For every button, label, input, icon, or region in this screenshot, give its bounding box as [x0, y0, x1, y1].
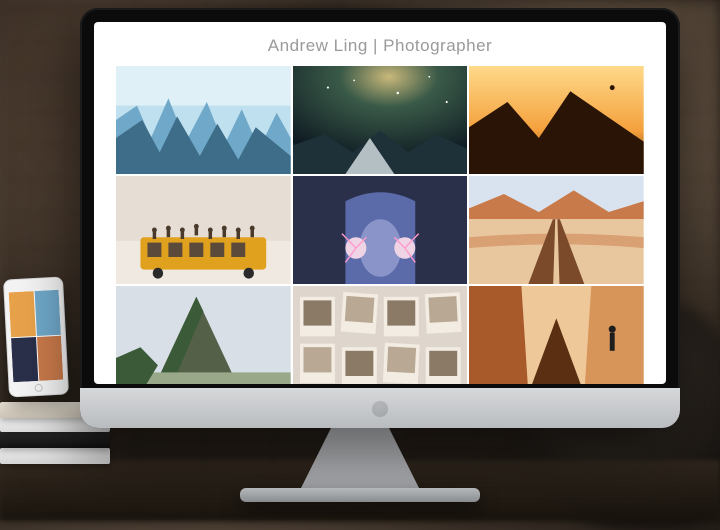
gallery-tile-glacier[interactable] — [116, 66, 291, 174]
phone-screen — [9, 290, 64, 382]
phone-home-button[interactable] — [34, 384, 42, 392]
phone-tile[interactable] — [11, 337, 38, 383]
gallery-tile-desert-road[interactable] — [469, 176, 644, 284]
imac-chin — [80, 388, 680, 428]
phone-tile[interactable] — [9, 291, 36, 337]
gallery-tile-kirkjufell[interactable] — [116, 286, 291, 384]
apple-logo-icon — [372, 401, 388, 417]
portfolio-page: Andrew Ling | Photographer — [94, 22, 666, 384]
imac-foot — [240, 488, 480, 502]
page-title: Andrew Ling | Photographer — [94, 22, 666, 66]
gallery-tile-milky-way[interactable] — [293, 66, 468, 174]
phone-tile[interactable] — [34, 290, 61, 336]
imac-frame: Andrew Ling | Photographer — [80, 8, 680, 428]
gallery-tile-sparklers[interactable] — [293, 176, 468, 284]
phone-mockup — [3, 277, 69, 398]
book — [0, 432, 110, 448]
phone-tile[interactable] — [36, 335, 63, 381]
gallery-tile-polaroids[interactable] — [293, 286, 468, 384]
imac-screen: Andrew Ling | Photographer — [94, 22, 666, 384]
gallery-tile-sunset-peak[interactable] — [469, 66, 644, 174]
book — [0, 448, 110, 464]
gallery-tile-canyon-figure[interactable] — [469, 286, 644, 384]
gallery-tile-bus-crowd[interactable] — [116, 176, 291, 284]
gallery-grid — [94, 66, 666, 384]
